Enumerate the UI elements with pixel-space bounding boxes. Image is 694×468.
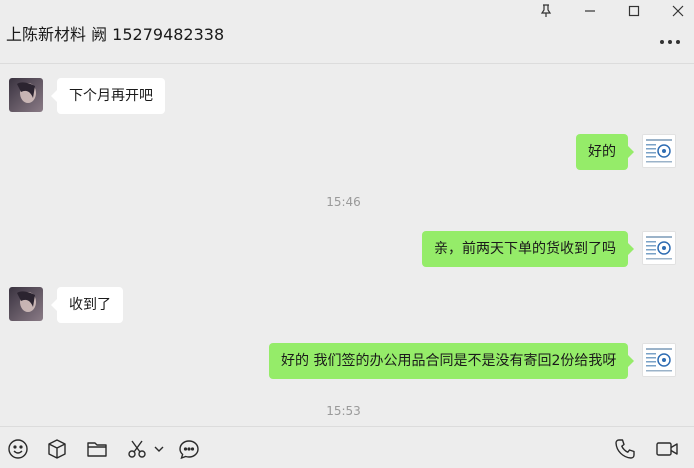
- minimize-button[interactable]: [570, 0, 610, 22]
- pin-icon: [540, 4, 552, 17]
- chat-history-button[interactable]: [177, 437, 201, 461]
- screenshot-button[interactable]: [125, 437, 149, 461]
- message-bubble[interactable]: 好的 我们签的办公用品合同是不是没有寄回2份给我呀: [269, 343, 635, 379]
- emoji-icon: [8, 439, 28, 459]
- contact-avatar[interactable]: [9, 287, 43, 321]
- title-bar: 上陈新材料 阙 15279482338: [0, 0, 694, 64]
- scissors-icon: [128, 440, 146, 458]
- my-avatar[interactable]: [642, 231, 676, 265]
- message-bubble[interactable]: 下个月再开吧: [51, 78, 165, 114]
- my-avatar[interactable]: [642, 343, 676, 377]
- voice-call-button[interactable]: [613, 437, 637, 461]
- input-toolbar: [0, 426, 694, 468]
- minimize-icon: [585, 10, 595, 12]
- my-avatar-image: [643, 232, 675, 264]
- my-avatar-image: [643, 344, 675, 376]
- emoji-button[interactable]: [6, 437, 30, 461]
- timestamp: 15:53: [326, 404, 361, 418]
- folder-icon: [87, 442, 107, 457]
- contact-avatar-image: [9, 287, 43, 321]
- cube-icon: [48, 439, 66, 459]
- contact-avatar[interactable]: [9, 78, 43, 112]
- contact-avatar-image: [9, 78, 43, 112]
- more-dots-icon: [660, 40, 680, 44]
- my-avatar-image: [643, 135, 675, 167]
- maximize-button[interactable]: [614, 0, 654, 22]
- timestamp: 15:46: [326, 195, 361, 209]
- screenshot-options-button[interactable]: [151, 437, 167, 461]
- message-bubble[interactable]: 收到了: [51, 287, 123, 323]
- message-list[interactable]: 下个月再开吧 好的 15:46 亲，前两天下单的货收到了吗 收到了 好的 我们签…: [0, 65, 694, 425]
- maximize-icon: [628, 5, 640, 17]
- file-button[interactable]: [85, 437, 109, 461]
- close-icon: [672, 5, 684, 17]
- favorites-button[interactable]: [45, 437, 69, 461]
- phone-icon: [615, 439, 635, 459]
- message-bubble[interactable]: 亲，前两天下单的货收到了吗: [422, 231, 634, 267]
- my-avatar[interactable]: [642, 134, 676, 168]
- video-call-button[interactable]: [654, 437, 680, 461]
- message-bubble[interactable]: 好的: [576, 134, 634, 170]
- pin-button[interactable]: [526, 0, 566, 22]
- close-button[interactable]: [658, 0, 694, 22]
- chevron-down-icon: [154, 446, 164, 452]
- chat-title: 上陈新材料 阙 15279482338: [6, 25, 225, 44]
- more-options-button[interactable]: [658, 32, 682, 52]
- chat-bubble-icon: [179, 440, 199, 460]
- video-icon: [656, 442, 678, 456]
